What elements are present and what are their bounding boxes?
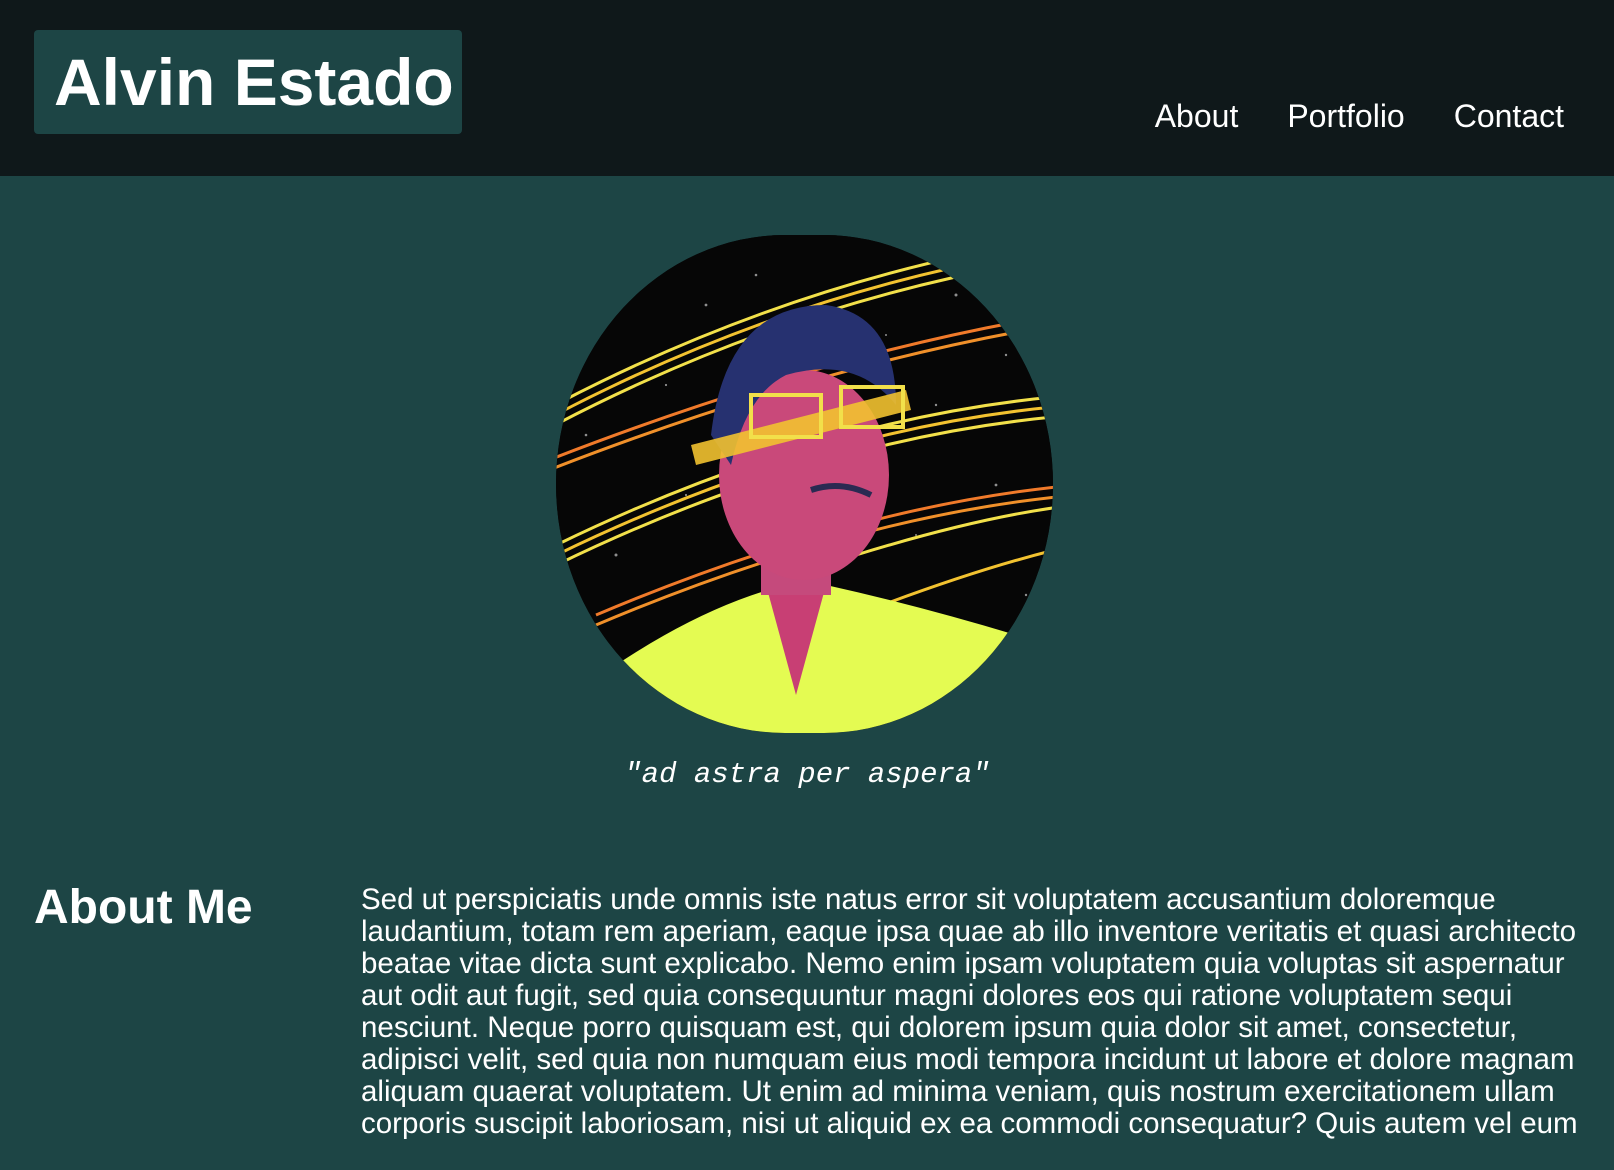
- about-heading: About Me: [34, 881, 253, 934]
- site-header: Alvin Estado About Portfolio Contact: [0, 0, 1614, 176]
- tagline-quote: "ad astra per aspera": [624, 758, 990, 791]
- nav-link-portfolio[interactable]: Portfolio: [1287, 100, 1404, 132]
- profile-portrait-image: [556, 235, 1053, 733]
- brand-logo-box[interactable]: Alvin Estado: [34, 30, 462, 134]
- portrait-illustration: [556, 235, 1053, 733]
- nav-link-contact[interactable]: Contact: [1454, 100, 1564, 132]
- nav-link-about[interactable]: About: [1155, 100, 1239, 132]
- site-title[interactable]: Alvin Estado: [54, 49, 454, 115]
- about-body-text: Sed ut perspiciatis unde omnis iste natu…: [361, 883, 1578, 1140]
- main-nav: About Portfolio Contact: [1155, 100, 1564, 132]
